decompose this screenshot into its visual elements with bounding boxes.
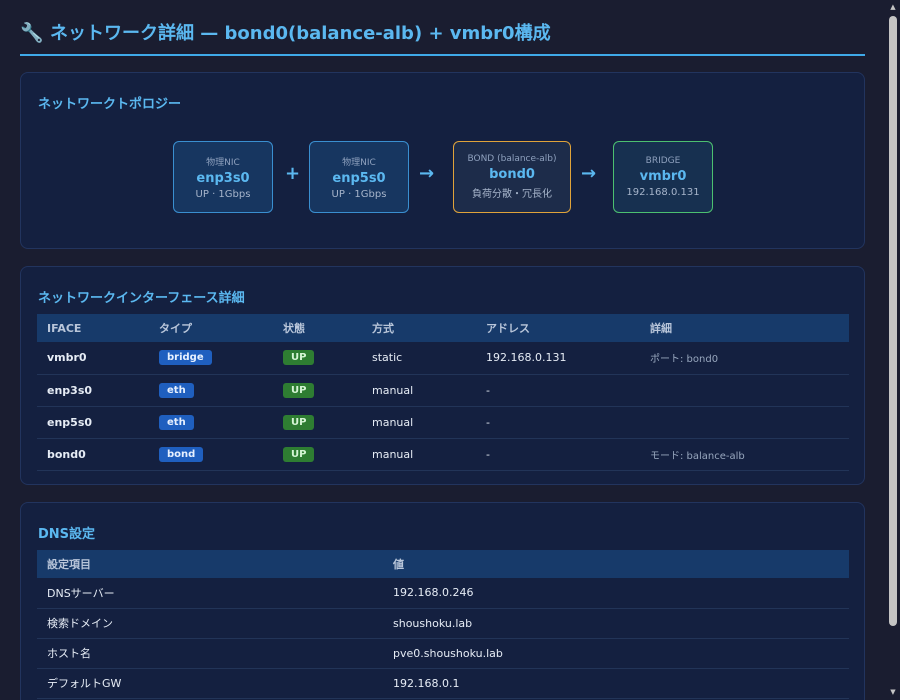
topology-node-bond0: BOND (balance-alb) bond0 負荷分散・冗長化 [453, 141, 571, 213]
table-row: enp3s0 eth UP manual - [37, 374, 849, 407]
column-header: 詳細 [640, 314, 849, 342]
table-header-row: IFACE タイプ 状態 方式 アドレス 詳細 [37, 314, 849, 342]
scroll-down-icon[interactable]: ▼ [889, 688, 897, 696]
table-row: ホスト名 pve0.shoushoku.lab [37, 638, 849, 669]
node-name: enp3s0 [196, 170, 250, 186]
table-row: 検索ドメイン shoushoku.lab [37, 608, 849, 639]
interfaces-card: ネットワークインターフェース詳細 IFACE タイプ 状態 方式 アドレス 詳細… [20, 266, 865, 485]
dns-card: DNS設定 設定項目 値 DNSサーバー 192.168.0.246 検索ドメイ… [20, 502, 865, 700]
dns-title: DNS設定 [38, 527, 96, 542]
page-title: ネットワーク詳細 — bond0(balance-alb) + vmbr0構成 [50, 23, 551, 44]
address-cell: - [476, 406, 640, 439]
status-badge: UP [283, 382, 315, 398]
node-caption: BRIDGE [645, 156, 681, 166]
scroll-up-icon[interactable]: ▲ [889, 3, 897, 11]
iface-name: vmbr0 [37, 342, 149, 375]
arrow-right-icon: → [581, 163, 597, 184]
node-name: bond0 [489, 167, 535, 182]
table-header-row: 設定項目 値 [37, 550, 849, 578]
setting-value: 192.168.0.1 [383, 668, 849, 699]
type-cell: bridge [149, 342, 273, 375]
interfaces-table: IFACE タイプ 状態 方式 アドレス 詳細 vmbr0 bridge UP … [37, 314, 849, 471]
type-badge: eth [159, 382, 194, 398]
status-badge: UP [283, 414, 315, 430]
setting-value: 192.168.0.246 [383, 578, 849, 609]
method-cell: manual [362, 374, 476, 407]
setting-key: 検索ドメイン [37, 608, 383, 639]
node-sub: 192.168.0.131 [626, 187, 700, 198]
method-cell: static [362, 342, 476, 375]
address-cell: - [476, 374, 640, 407]
table-row: vmbr0 bridge UP static 192.168.0.131 ポート… [37, 342, 849, 375]
node-name: vmbr0 [639, 169, 687, 184]
plus-operator: + [285, 163, 301, 184]
detail-cell: ポート: bond0 [640, 342, 849, 375]
setting-key: デフォルトGW [37, 668, 383, 699]
table-row: デフォルトGW 192.168.0.1 [37, 668, 849, 699]
node-sub: UP · 1Gbps [195, 188, 251, 200]
type-cell: eth [149, 374, 273, 407]
table-row: bond0 bond UP manual - モード: balance-alb [37, 438, 849, 471]
table-row: DNSサーバー 192.168.0.246 [37, 578, 849, 609]
status-badge: UP [283, 446, 315, 462]
node-sub: 負荷分散・冗長化 [472, 189, 552, 200]
setting-key: DNSサーバー [37, 578, 383, 609]
address-cell: - [476, 438, 640, 471]
arrow-right-icon: → [419, 163, 435, 184]
node-caption: 物理NIC [342, 157, 376, 168]
type-badge: eth [159, 414, 194, 430]
topology-node-enp5s0: 物理NIC enp5s0 UP · 1Gbps [309, 141, 409, 213]
type-cell: bond [149, 438, 273, 471]
column-header: 値 [383, 550, 849, 578]
wrench-icon: 🔧 [20, 21, 44, 44]
node-caption: BOND (balance-alb) [467, 154, 557, 164]
address-cell: 192.168.0.131 [476, 342, 640, 375]
iface-name: bond0 [37, 438, 149, 471]
detail-cell [640, 374, 849, 407]
state-cell: UP [273, 406, 362, 439]
topology-node-enp3s0: 物理NIC enp3s0 UP · 1Gbps [173, 141, 273, 213]
dns-table: 設定項目 値 DNSサーバー 192.168.0.246 検索ドメイン shou… [37, 550, 849, 699]
column-header: アドレス [476, 314, 640, 342]
topology-title: ネットワークトポロジー [38, 97, 182, 112]
node-name: enp5s0 [332, 170, 386, 186]
iface-name: enp5s0 [37, 406, 149, 439]
setting-value: pve0.shoushoku.lab [383, 638, 849, 669]
topology-node-vmbr0: BRIDGE vmbr0 192.168.0.131 [613, 141, 713, 213]
method-cell: manual [362, 438, 476, 471]
detail-cell [640, 406, 849, 439]
column-header: 設定項目 [37, 550, 383, 578]
column-header: IFACE [37, 314, 149, 342]
setting-key: ホスト名 [37, 638, 383, 669]
page: 🔧 ネットワーク詳細 — bond0(balance-alb) + vmbr0構… [20, 0, 865, 700]
setting-value: shoushoku.lab [383, 608, 849, 639]
iface-name: enp3s0 [37, 374, 149, 407]
column-header: 方式 [362, 314, 476, 342]
node-sub: UP · 1Gbps [331, 188, 387, 200]
interfaces-title: ネットワークインターフェース詳細 [38, 291, 245, 306]
state-cell: UP [273, 438, 362, 471]
vertical-scrollbar[interactable]: ▲ ▼ [886, 0, 900, 700]
state-cell: UP [273, 374, 362, 407]
type-badge: bridge [159, 350, 212, 366]
table-row: enp5s0 eth UP manual - [37, 406, 849, 439]
detail-cell: モード: balance-alb [640, 438, 849, 471]
type-cell: eth [149, 406, 273, 439]
state-cell: UP [273, 342, 362, 375]
scrollbar-thumb[interactable] [889, 16, 897, 626]
node-caption: 物理NIC [206, 157, 240, 168]
method-cell: manual [362, 406, 476, 439]
type-badge: bond [159, 446, 204, 462]
column-header: 状態 [273, 314, 362, 342]
topology-diagram: 物理NIC enp3s0 UP · 1Gbps + 物理NIC enp5s0 U… [21, 141, 866, 213]
status-badge: UP [283, 350, 315, 366]
page-header: 🔧 ネットワーク詳細 — bond0(balance-alb) + vmbr0構… [20, 0, 865, 56]
column-header: タイプ [149, 314, 273, 342]
topology-card: ネットワークトポロジー 物理NIC enp3s0 UP · 1Gbps + 物理… [20, 72, 865, 249]
